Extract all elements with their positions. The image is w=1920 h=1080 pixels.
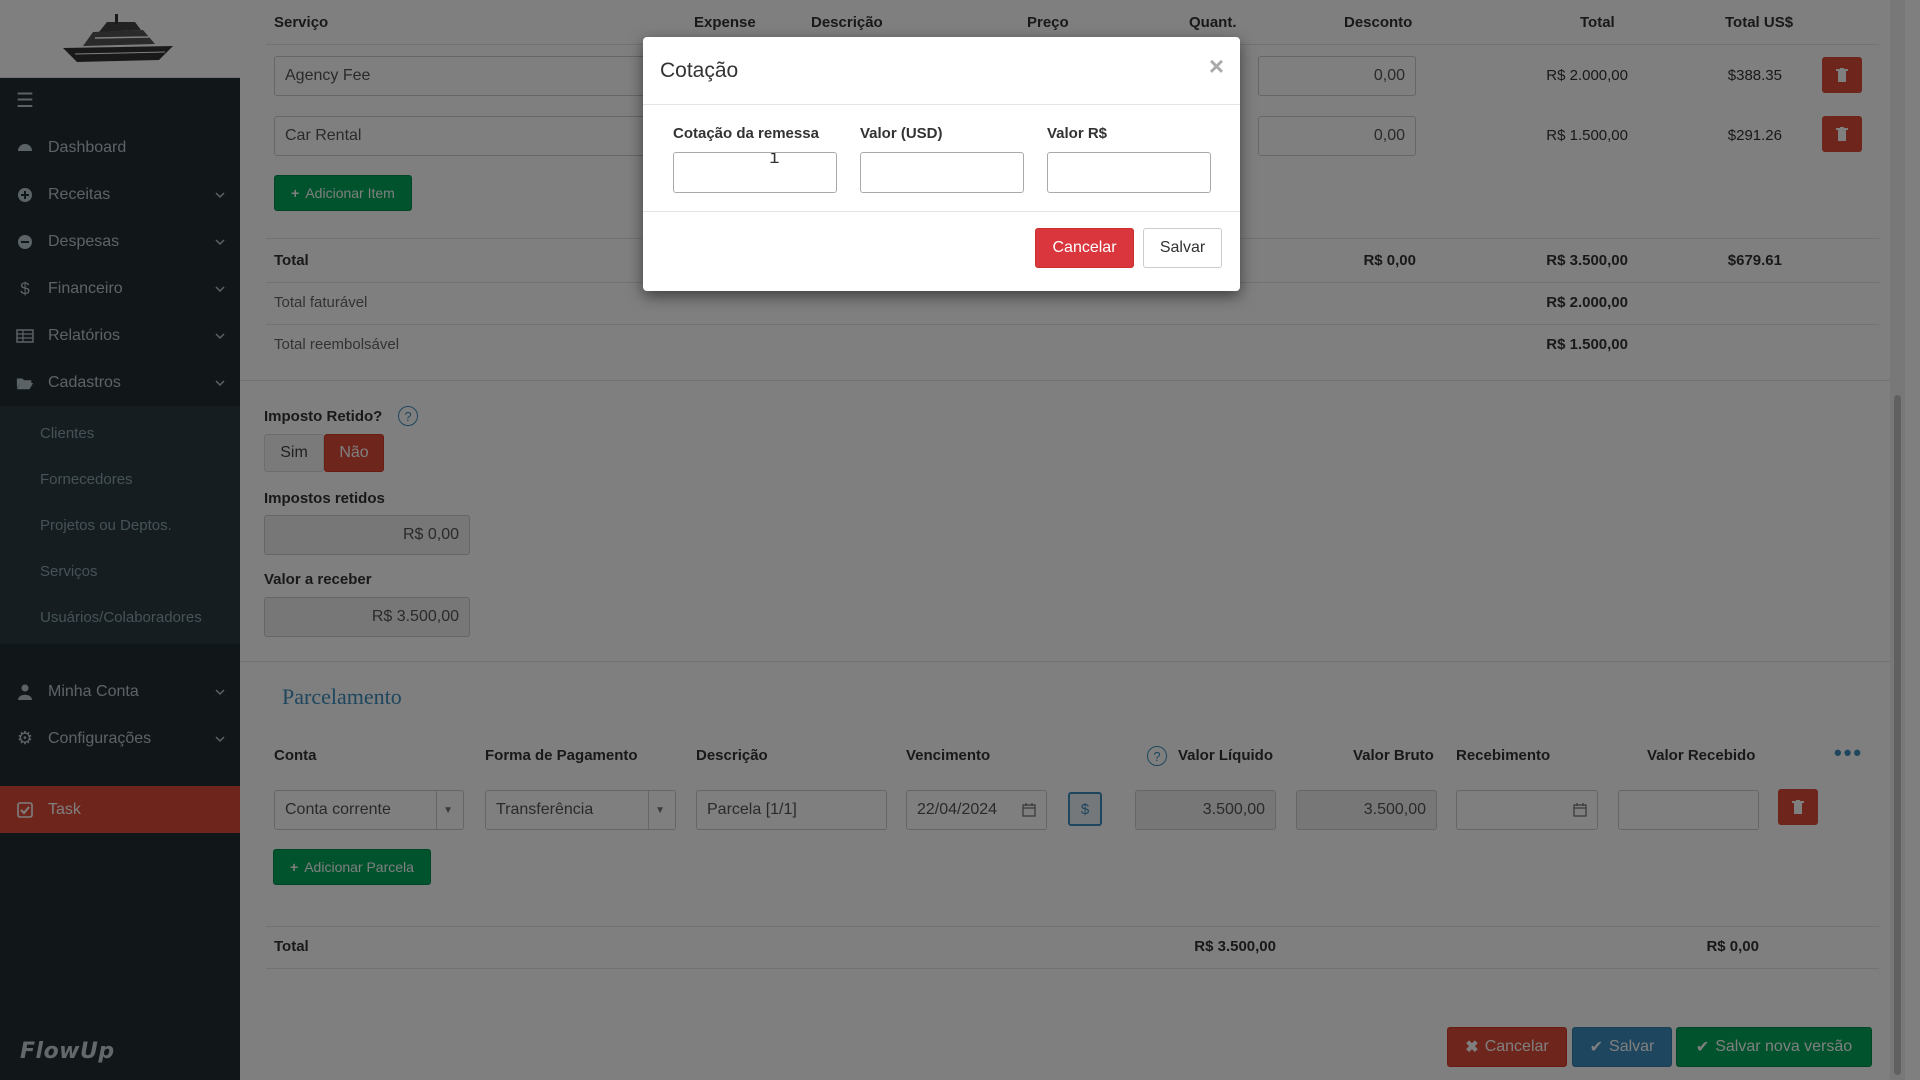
modal-footer: Cancelar Salvar bbox=[643, 212, 1240, 290]
modal-title: Cotação bbox=[660, 59, 739, 82]
modal-cancel-button[interactable]: Cancelar bbox=[1035, 228, 1134, 268]
valor-usd-label: Valor (USD) bbox=[860, 125, 943, 142]
text-cursor-icon: ı bbox=[769, 147, 780, 168]
cotacao-remessa-label: Cotação da remessa bbox=[673, 125, 819, 142]
modal-save-button[interactable]: Salvar bbox=[1143, 228, 1222, 268]
valor-brl-input[interactable] bbox=[1047, 152, 1211, 193]
valor-usd-input[interactable] bbox=[860, 152, 1024, 193]
modal-header: Cotação × bbox=[643, 37, 1240, 105]
close-icon[interactable]: × bbox=[1209, 51, 1224, 82]
modal-body: Cotação da remessa Valor (USD) Valor R$ … bbox=[643, 105, 1240, 212]
cotacao-remessa-input[interactable] bbox=[673, 152, 837, 193]
valor-brl-label: Valor R$ bbox=[1047, 125, 1108, 142]
cotacao-modal: Cotação × Cotação da remessa Valor (USD)… bbox=[643, 37, 1240, 291]
